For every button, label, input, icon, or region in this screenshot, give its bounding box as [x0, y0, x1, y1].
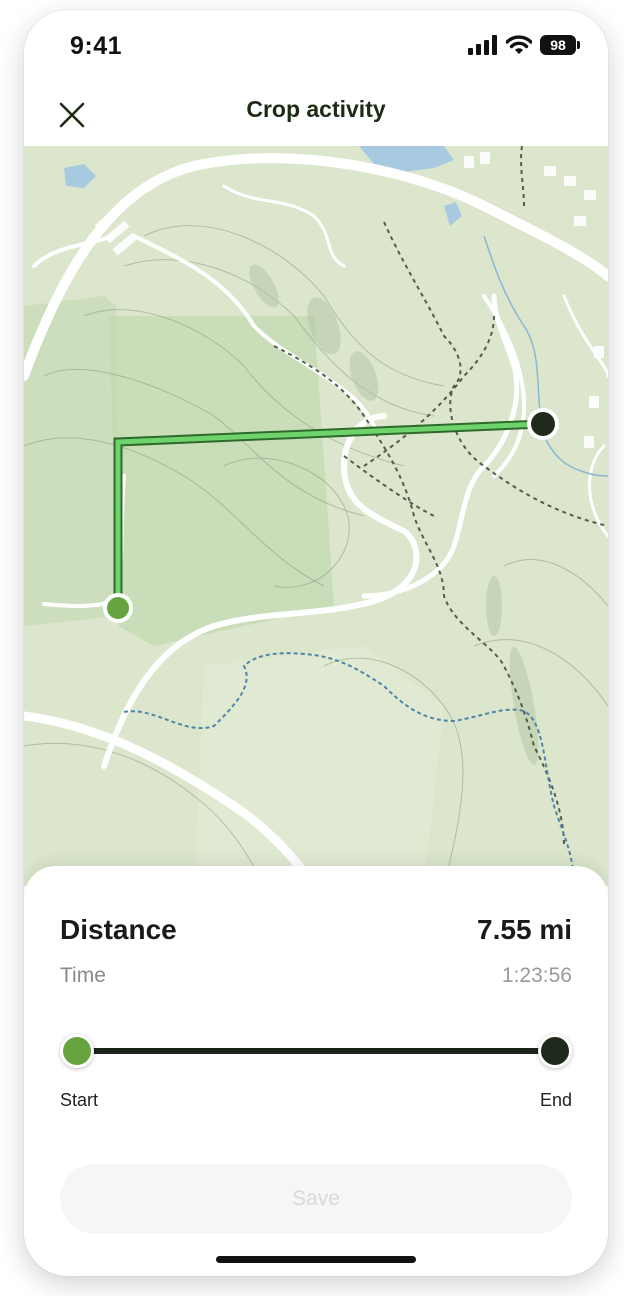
- route-end-marker[interactable]: [527, 408, 559, 440]
- phone-frame: 9:41 98 Crop activity Distance 7.55 mi T…: [24, 10, 608, 1276]
- slider-track[interactable]: [76, 1048, 556, 1054]
- time-label: Time: [60, 964, 106, 987]
- wifi-icon: [506, 35, 532, 54]
- crop-range-slider[interactable]: [60, 1034, 572, 1068]
- distance-value: 7.55 mi: [477, 914, 572, 945]
- slider-start-handle[interactable]: [60, 1034, 94, 1068]
- distance-label: Distance: [60, 914, 177, 945]
- activity-summary-sheet: Distance 7.55 mi Time 1:23:56 Start End …: [24, 866, 608, 1276]
- home-indicator: [216, 1256, 416, 1263]
- cellular-signal-icon: [468, 35, 497, 55]
- save-button[interactable]: Save: [60, 1164, 572, 1234]
- slider-start-label: Start: [60, 1090, 99, 1110]
- status-bar: 9:41 98: [24, 10, 608, 78]
- battery-icon: 98: [540, 35, 580, 55]
- header: Crop activity: [24, 78, 608, 146]
- status-icons: 98: [468, 34, 580, 56]
- time-value: 1:23:56: [501, 964, 572, 987]
- status-time: 9:41: [70, 32, 123, 60]
- route-start-marker[interactable]: [103, 593, 133, 623]
- map-canvas: [24, 146, 608, 886]
- page-title: Crop activity: [246, 96, 386, 122]
- map-view[interactable]: [24, 146, 608, 886]
- slider-end-label: End: [539, 1090, 572, 1110]
- slider-end-handle[interactable]: [538, 1034, 572, 1068]
